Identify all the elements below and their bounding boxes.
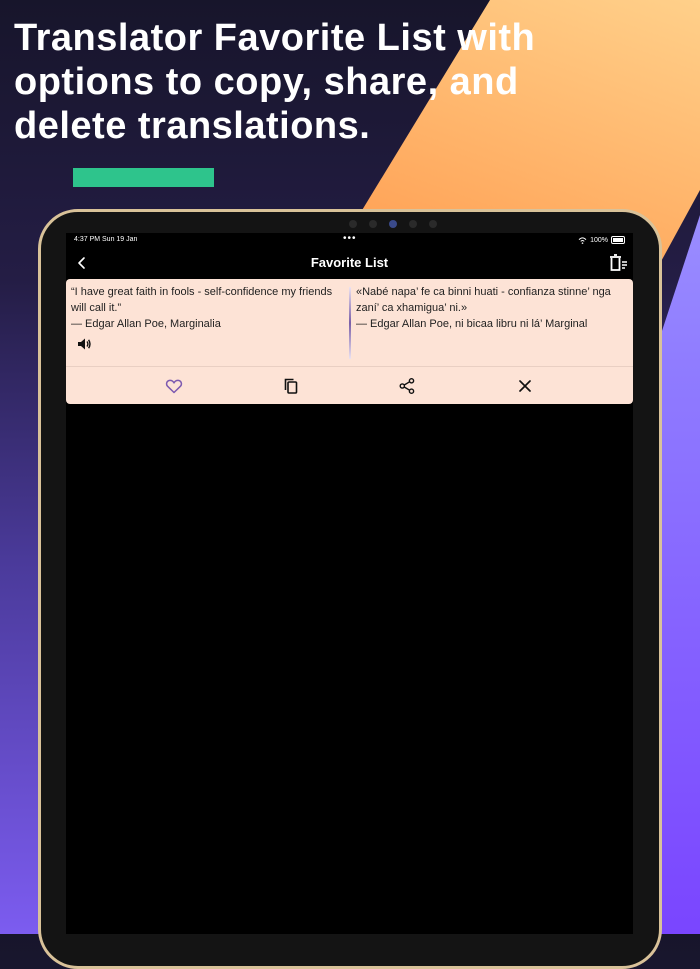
- wifi-icon: [578, 236, 587, 244]
- status-bar: 4:37 PM Sun 19 Jan ••• 100%: [66, 233, 633, 247]
- nav-bar: Favorite List: [66, 249, 633, 277]
- share-icon[interactable]: [398, 377, 416, 395]
- status-time: 4:37 PM Sun 19 Jan: [74, 236, 138, 243]
- accent-bar: [73, 168, 214, 187]
- translated-quote: «Nabé napa’ fe ca binni huati - confianz…: [356, 286, 611, 314]
- app-screen: 4:37 PM Sun 19 Jan ••• 100% Favorite Lis…: [66, 233, 633, 934]
- camera-dots: [341, 218, 441, 230]
- translated-text[interactable]: «Nabé napa’ fe ca binni huati - confianz…: [356, 284, 626, 332]
- source-author: — Edgar Allan Poe, Marginalia: [71, 318, 221, 330]
- battery-percent: 100%: [590, 236, 608, 244]
- multitask-dots[interactable]: •••: [343, 233, 357, 244]
- source-text[interactable]: “I have great faith in fools - self-conf…: [71, 284, 343, 332]
- translated-author: — Edgar Allan Poe, ni bicaa libru ni lá’…: [356, 318, 588, 330]
- favorite-card[interactable]: “I have great faith in fools - self-conf…: [66, 279, 633, 404]
- column-divider: [349, 287, 351, 359]
- card-actions: [66, 367, 633, 404]
- close-icon[interactable]: [516, 377, 534, 395]
- delete-list-icon[interactable]: [607, 252, 629, 274]
- speaker-icon[interactable]: [76, 336, 92, 352]
- battery-icon: [611, 236, 625, 244]
- source-quote: “I have great faith in fools - self-conf…: [71, 286, 333, 314]
- copy-icon[interactable]: [282, 377, 300, 395]
- page-title: Favorite List: [310, 255, 389, 270]
- heart-icon[interactable]: [165, 377, 183, 395]
- promo-headline: Translator Favorite List with options to…: [14, 17, 536, 147]
- status-right: 100%: [578, 236, 625, 244]
